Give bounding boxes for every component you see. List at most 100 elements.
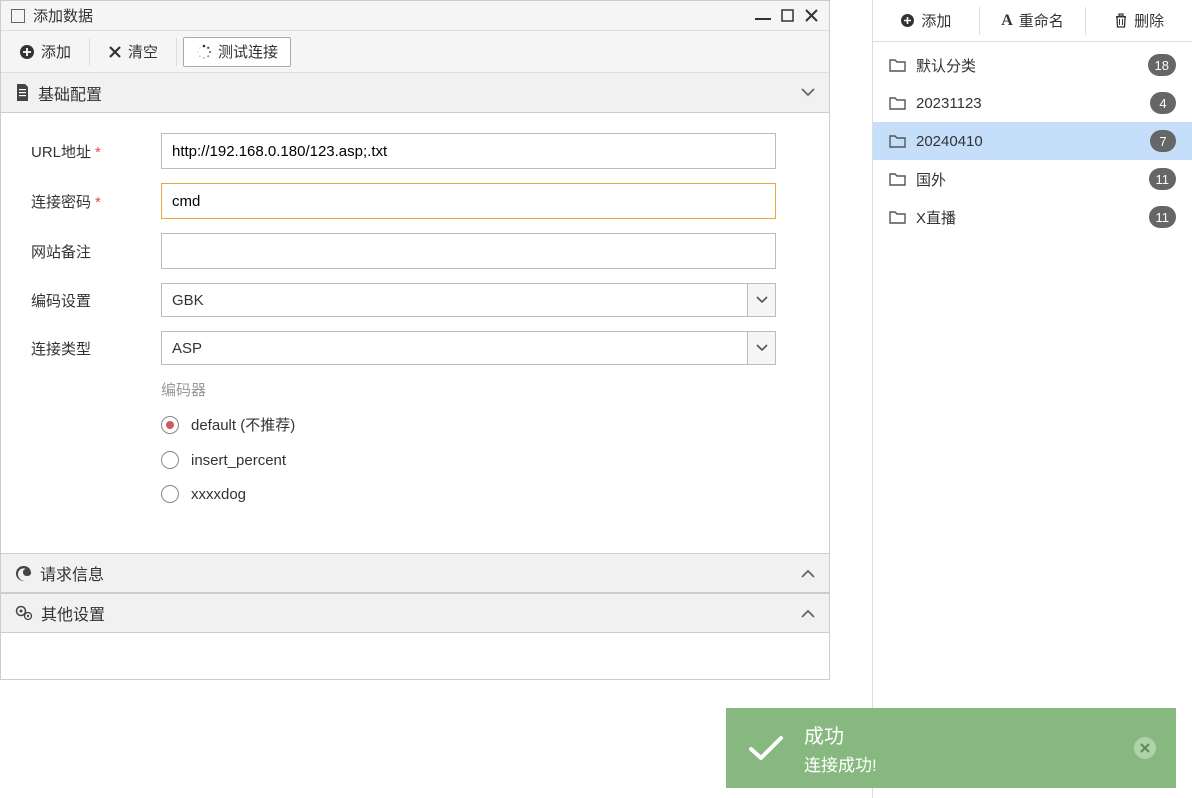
category-sidebar: 添加 A 重命名 删除 默认分类 18 20231123 4 20240410 … bbox=[872, 0, 1192, 798]
encoding-dropdown-button[interactable] bbox=[748, 283, 776, 317]
chevron-up-icon bbox=[801, 609, 815, 618]
sidebar-add-label: 添加 bbox=[921, 10, 951, 31]
sidebar-toolbar: 添加 A 重命名 删除 bbox=[873, 0, 1192, 42]
add-button-label: 添加 bbox=[41, 41, 71, 62]
note-row: 网站备注 bbox=[31, 233, 809, 269]
encoder-option-label: xxxxdog bbox=[191, 486, 246, 503]
url-row: URL地址* bbox=[31, 133, 809, 169]
encoder-option-xxxxdog[interactable]: xxxxdog bbox=[161, 485, 809, 503]
folder-icon bbox=[889, 96, 906, 110]
test-button-label: 测试连接 bbox=[218, 41, 278, 62]
basic-config-label: 基础配置 bbox=[38, 81, 102, 105]
folder-name: X直播 bbox=[916, 207, 1149, 228]
chevron-down-icon bbox=[801, 88, 815, 97]
check-icon bbox=[746, 728, 786, 768]
maximize-button[interactable] bbox=[779, 8, 795, 24]
window-icon bbox=[11, 9, 25, 23]
folder-count-badge: 4 bbox=[1150, 92, 1176, 114]
add-data-dialog: 添加数据 添加 清空 测试连接 基础配置 bbox=[0, 0, 830, 680]
folder-item-20240410[interactable]: 20240410 7 bbox=[873, 122, 1192, 160]
folder-item-default[interactable]: 默认分类 18 bbox=[873, 46, 1192, 84]
encoding-select[interactable]: GBK bbox=[161, 283, 748, 317]
toolbar-separator bbox=[89, 38, 90, 66]
folder-icon bbox=[889, 210, 906, 224]
dialog-toolbar: 添加 清空 测试连接 bbox=[1, 31, 829, 73]
toast-message: 连接成功! bbox=[804, 751, 1134, 776]
document-icon bbox=[15, 84, 30, 101]
window-controls bbox=[755, 8, 819, 24]
plus-circle-icon bbox=[900, 13, 915, 28]
password-row: 连接密码* bbox=[31, 183, 809, 219]
encoder-option-default[interactable]: default (不推荐) bbox=[161, 414, 809, 435]
dialog-titlebar[interactable]: 添加数据 bbox=[1, 1, 829, 31]
conntype-dropdown-button[interactable] bbox=[748, 331, 776, 365]
request-info-header[interactable]: 请求信息 bbox=[1, 553, 829, 593]
other-settings-header[interactable]: 其他设置 bbox=[1, 593, 829, 633]
encoder-section: 编码器 default (不推荐) insert_percent xxxxdog bbox=[161, 379, 809, 503]
chevron-up-icon bbox=[801, 569, 815, 578]
note-input[interactable] bbox=[161, 233, 776, 269]
trash-icon bbox=[1114, 13, 1128, 28]
folder-list: 默认分类 18 20231123 4 20240410 7 国外 11 X直播 … bbox=[873, 42, 1192, 240]
sidebar-add-button[interactable]: 添加 bbox=[873, 0, 979, 41]
folder-item-xlive[interactable]: X直播 11 bbox=[873, 198, 1192, 236]
clear-button-label: 清空 bbox=[128, 41, 158, 62]
note-label: 网站备注 bbox=[31, 241, 161, 262]
folder-name: 默认分类 bbox=[916, 55, 1148, 76]
url-input[interactable] bbox=[161, 133, 776, 169]
toast-text: 成功 连接成功! bbox=[804, 720, 1134, 776]
basic-config-header[interactable]: 基础配置 bbox=[1, 73, 829, 113]
plus-circle-icon bbox=[19, 44, 35, 60]
dialog-title: 添加数据 bbox=[33, 5, 755, 26]
folder-name: 20231123 bbox=[916, 95, 1150, 112]
toast-close-button[interactable] bbox=[1134, 737, 1156, 759]
password-input[interactable] bbox=[161, 183, 776, 219]
folder-item-foreign[interactable]: 国外 11 bbox=[873, 160, 1192, 198]
radio-selected-icon bbox=[161, 416, 179, 434]
url-label: URL地址* bbox=[31, 141, 161, 162]
encoding-row: 编码设置 GBK bbox=[31, 283, 809, 317]
conntype-label: 连接类型 bbox=[31, 338, 161, 359]
close-button[interactable] bbox=[803, 8, 819, 24]
success-toast: 成功 连接成功! bbox=[726, 708, 1176, 788]
sidebar-rename-label: 重命名 bbox=[1019, 10, 1064, 31]
form-body: URL地址* 连接密码* 网站备注 编码设置 GBK 连接类型 ASP bbox=[1, 113, 829, 553]
radio-unselected-icon bbox=[161, 451, 179, 469]
folder-icon bbox=[889, 134, 906, 148]
password-label: 连接密码* bbox=[31, 191, 161, 212]
folder-count-badge: 11 bbox=[1149, 206, 1177, 228]
minimize-button[interactable] bbox=[755, 8, 771, 24]
folder-icon bbox=[889, 58, 906, 72]
conntype-row: 连接类型 ASP bbox=[31, 331, 809, 365]
encoder-option-label: default (不推荐) bbox=[191, 414, 295, 435]
test-connection-button[interactable]: 测试连接 bbox=[183, 37, 291, 67]
toolbar-separator bbox=[176, 38, 177, 66]
gears-icon bbox=[15, 605, 33, 621]
add-button[interactable]: 添加 bbox=[7, 37, 83, 67]
folder-item-20231123[interactable]: 20231123 4 bbox=[873, 84, 1192, 122]
folder-count-badge: 7 bbox=[1150, 130, 1176, 152]
folder-name: 国外 bbox=[916, 169, 1149, 190]
sidebar-delete-label: 删除 bbox=[1134, 10, 1164, 31]
encoding-label: 编码设置 bbox=[31, 290, 161, 311]
sidebar-rename-button[interactable]: A 重命名 bbox=[980, 0, 1086, 41]
folder-name: 20240410 bbox=[916, 133, 1150, 150]
folder-count-badge: 11 bbox=[1149, 168, 1177, 190]
edge-icon bbox=[15, 565, 32, 582]
spinner-icon bbox=[196, 44, 212, 60]
folder-icon bbox=[889, 172, 906, 186]
folder-count-badge: 18 bbox=[1148, 54, 1176, 76]
other-settings-label: 其他设置 bbox=[41, 601, 105, 625]
radio-unselected-icon bbox=[161, 485, 179, 503]
x-icon bbox=[108, 45, 122, 59]
clear-button[interactable]: 清空 bbox=[96, 37, 170, 67]
encoder-option-insert-percent[interactable]: insert_percent bbox=[161, 451, 809, 469]
font-icon: A bbox=[1001, 12, 1013, 30]
sidebar-delete-button[interactable]: 删除 bbox=[1086, 0, 1192, 41]
request-info-label: 请求信息 bbox=[40, 561, 104, 585]
conntype-select[interactable]: ASP bbox=[161, 331, 748, 365]
mid-gap bbox=[830, 0, 860, 798]
encoder-label: 编码器 bbox=[161, 379, 809, 400]
toast-title: 成功 bbox=[804, 720, 1134, 749]
encoder-option-label: insert_percent bbox=[191, 452, 286, 469]
